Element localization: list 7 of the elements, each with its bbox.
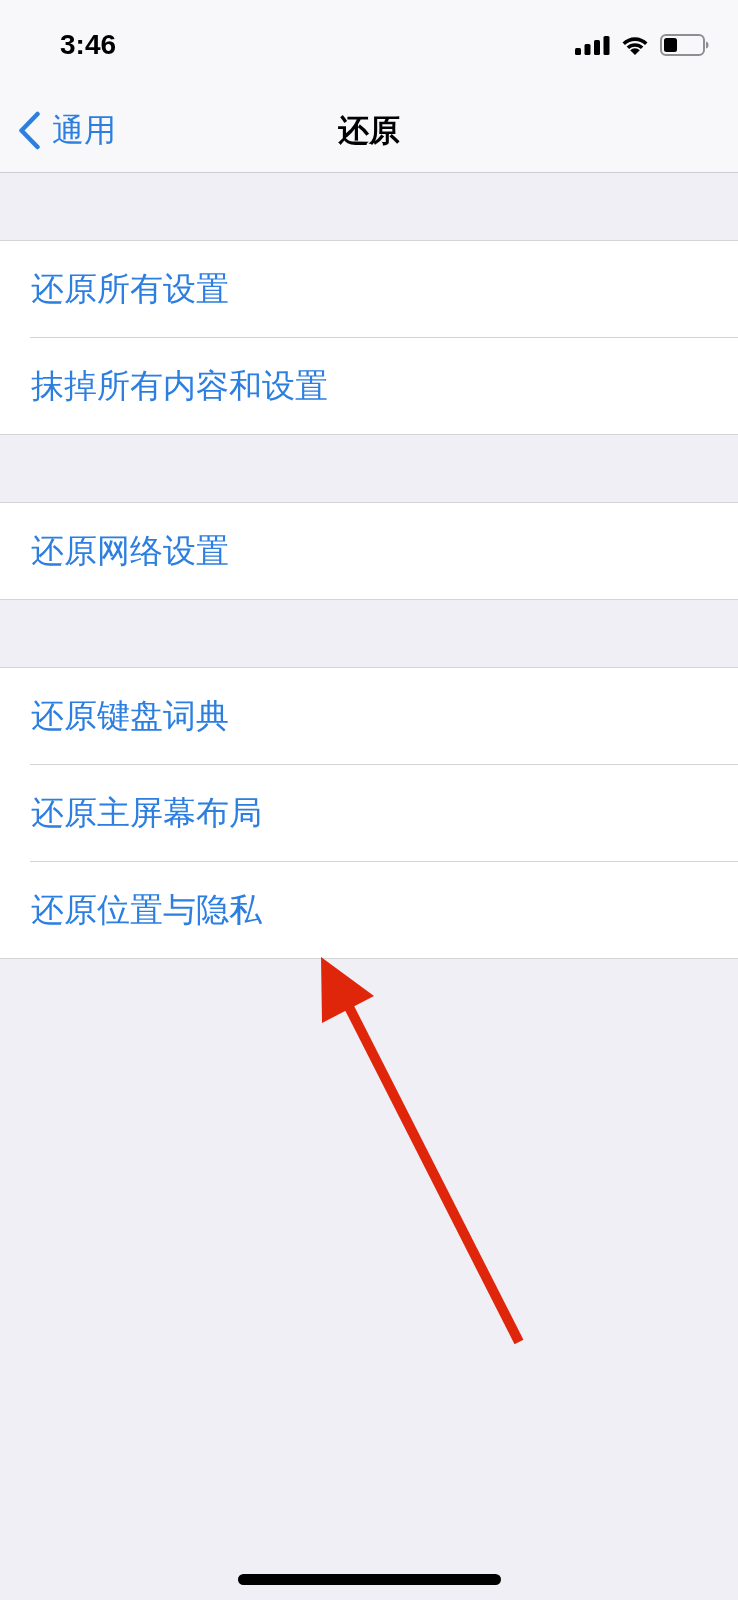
status-time: 3:46: [60, 31, 117, 59]
page-title: 还原: [338, 114, 400, 146]
chevron-left-icon: [18, 110, 41, 150]
back-button[interactable]: 通用: [0, 110, 116, 150]
battery-icon: [660, 34, 709, 56]
wifi-icon: [621, 35, 649, 55]
signal-icon: [575, 35, 610, 55]
